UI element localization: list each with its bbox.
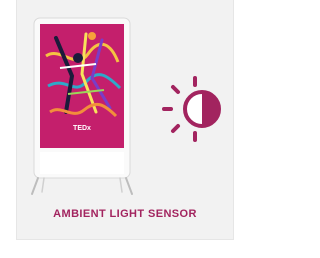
feature-caption: AMBIENT LIGHT SENSOR xyxy=(53,208,197,220)
poster-logo: TEDx xyxy=(73,125,91,132)
a-board-display-icon: TEDx xyxy=(31,17,133,195)
brightness-icon xyxy=(162,76,221,142)
